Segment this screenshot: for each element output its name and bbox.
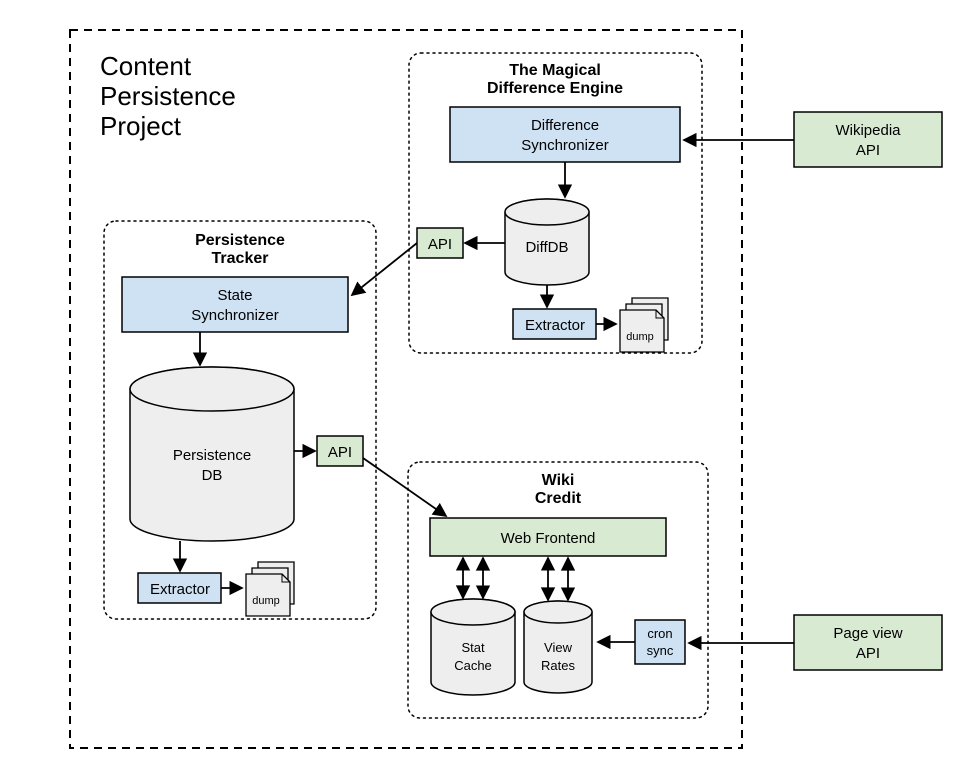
project-title-line2: Persistence bbox=[100, 81, 236, 111]
persistence-db-label-2: DB bbox=[202, 467, 223, 484]
project-title-line3: Project bbox=[100, 111, 182, 141]
magical-dump-label: dump bbox=[626, 331, 654, 343]
diffdb-label: DiffDB bbox=[525, 239, 568, 256]
wikipedia-api-label-2: API bbox=[856, 142, 880, 159]
magical-extractor-label: Extractor bbox=[525, 317, 585, 334]
tracker-title-line2: Tracker bbox=[212, 250, 269, 267]
pageview-api-label-1: Page view bbox=[833, 625, 902, 642]
wikipedia-api-label-1: Wikipedia bbox=[835, 122, 901, 139]
stat-cache-label-2: Cache bbox=[454, 658, 492, 673]
magical-title-line2: Difference Engine bbox=[487, 80, 623, 97]
stat-cache-label-1: Stat bbox=[461, 640, 485, 655]
persistence-db-label-1: Persistence bbox=[173, 447, 251, 464]
magical-dump-stack bbox=[620, 298, 668, 352]
tracker-dump-stack bbox=[246, 562, 294, 616]
difference-synchronizer-label-1: Difference bbox=[531, 117, 599, 134]
tracker-title-line1: Persistence bbox=[195, 232, 285, 249]
magical-title-line1: The Magical bbox=[509, 62, 601, 79]
wiki-title-line1: Wiki bbox=[542, 472, 575, 489]
tracker-api-label: API bbox=[328, 444, 352, 461]
difference-synchronizer-label-2: Synchronizer bbox=[521, 137, 609, 154]
project-title-line1: Content bbox=[100, 51, 192, 81]
pageview-api-label-2: API bbox=[856, 645, 880, 662]
view-rates-label-2: Rates bbox=[541, 658, 575, 673]
state-synchronizer-label-2: Synchronizer bbox=[191, 307, 279, 324]
tracker-dump-label: dump bbox=[252, 595, 280, 607]
state-synchronizer-label-1: State bbox=[217, 287, 252, 304]
tracker-extractor-label: Extractor bbox=[150, 581, 210, 598]
wiki-title-line2: Credit bbox=[535, 490, 582, 507]
arrow-magical-api-to-state-sync bbox=[352, 243, 417, 295]
cron-sync-label-1: cron bbox=[647, 626, 672, 641]
magical-api-label: API bbox=[428, 236, 452, 253]
view-rates-label-1: View bbox=[544, 640, 573, 655]
cron-sync-label-2: sync bbox=[647, 643, 674, 658]
diagram-canvas: Content Persistence Project The Magical … bbox=[0, 0, 978, 768]
web-frontend-label: Web Frontend bbox=[501, 530, 596, 547]
